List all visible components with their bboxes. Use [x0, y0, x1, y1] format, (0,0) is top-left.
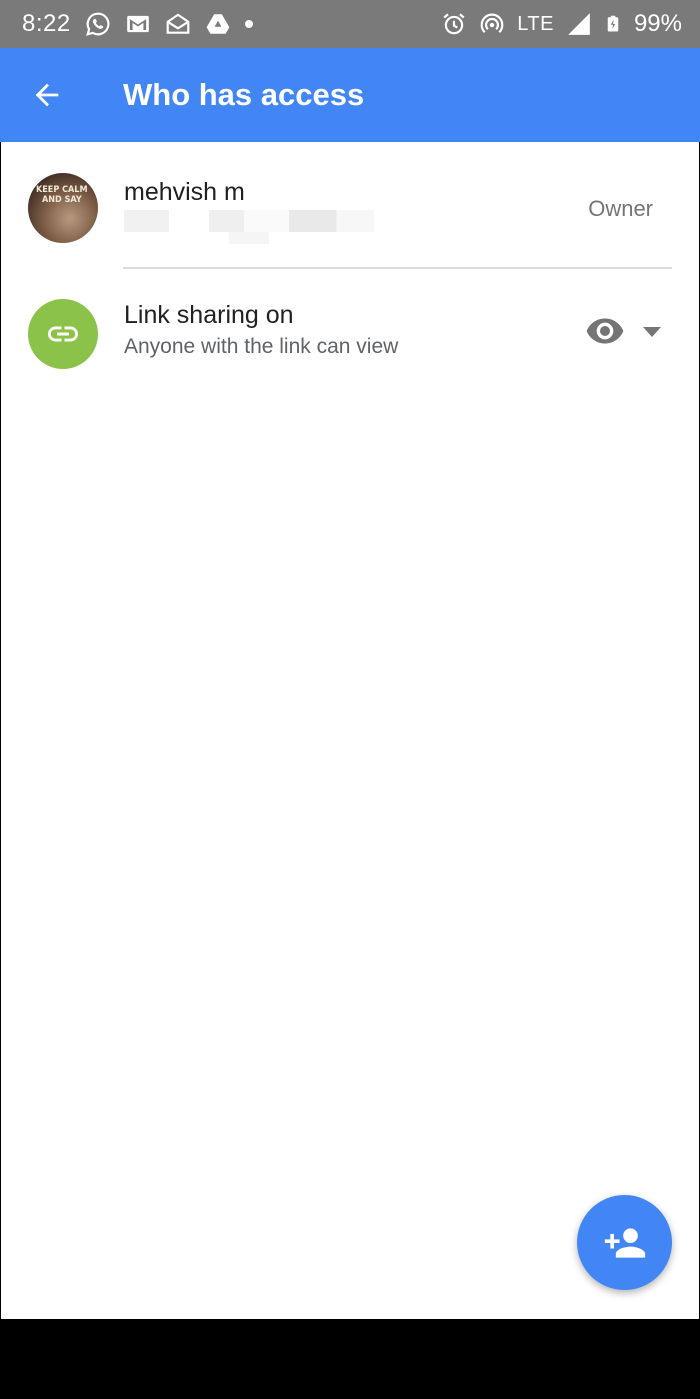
owner-role: Owner [588, 196, 653, 221]
drive-icon [206, 14, 230, 34]
battery-level: 99% [633, 10, 682, 37]
avatar-text-2: AND SAY [42, 195, 82, 205]
battery-charging-icon [607, 15, 619, 32]
permission-view-button[interactable] [583, 309, 627, 353]
permission-dropdown-button[interactable] [637, 317, 667, 347]
add-people-button[interactable] [577, 1195, 672, 1290]
link-sharing-badge [28, 299, 98, 369]
gmail-icon [126, 15, 149, 33]
avatar: KEEP CALM AND SAY [28, 173, 98, 243]
hotspot-icon [480, 13, 504, 33]
link-icon [48, 326, 78, 342]
owner-email-redacted [124, 210, 374, 232]
arrow-drop-down-icon [643, 327, 661, 337]
link-sharing-subtitle: Anyone with the link can view [124, 335, 399, 358]
app-bar: Who has access [0, 48, 700, 142]
link-sharing-row[interactable]: Link sharing on Anyone with the link can… [1, 269, 699, 389]
status-right: LTE 99% [441, 10, 682, 38]
whatsapp-icon [85, 12, 110, 36]
eye-icon [586, 318, 624, 344]
navigation-bar [0, 1319, 700, 1399]
signal-icon [568, 13, 590, 35]
status-bar: 8:22 LTE 99% [0, 0, 700, 48]
owner-name: mehvish m [124, 178, 245, 206]
alarm-icon [443, 13, 465, 35]
mail-open-icon [166, 13, 190, 34]
access-list: KEEP CALM AND SAY mehvish m Owner Link s… [1, 142, 699, 1319]
arrow-back-icon [35, 83, 59, 107]
network-type: LTE [517, 12, 554, 35]
person-add-icon [604, 1227, 645, 1258]
page-title: Who has access [123, 77, 365, 112]
status-left: 8:22 [22, 10, 253, 38]
back-button[interactable] [0, 48, 96, 142]
owner-email-redacted-extra [229, 232, 269, 244]
status-time: 8:22 [22, 10, 71, 37]
owner-row[interactable]: KEEP CALM AND SAY mehvish m Owner [1, 142, 699, 269]
link-sharing-title: Link sharing on [124, 301, 294, 329]
notification-dot-icon [244, 20, 253, 28]
avatar-text-1: KEEP CALM [36, 185, 88, 195]
